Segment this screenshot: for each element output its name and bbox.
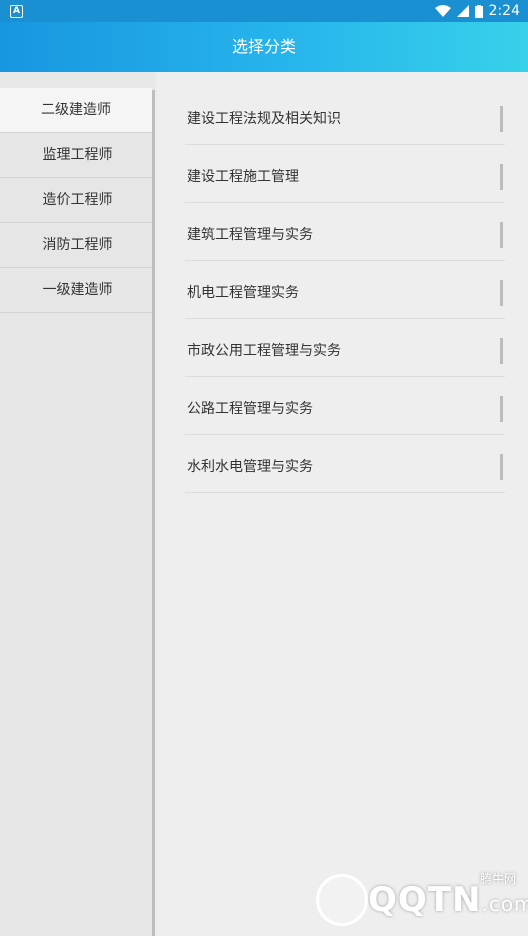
sidebar-item-1[interactable]: 监理工程师 (0, 133, 155, 178)
item-indicator-bar (500, 164, 503, 190)
item-indicator-bar (500, 280, 503, 306)
item-indicator-bar (500, 106, 503, 132)
item-indicator-bar (500, 454, 503, 480)
category-sidebar: 二级建造师 监理工程师 造价工程师 消防工程师 一级建造师 (0, 72, 155, 936)
notification-icon: A (10, 5, 23, 18)
app-header: 选择分类 (0, 22, 528, 72)
subcategory-label: 建筑工程管理与实务 (187, 227, 313, 243)
item-indicator-bar (500, 338, 503, 364)
status-right: 2:24 (434, 0, 520, 22)
subcategory-item[interactable]: 公路工程管理与实务 (185, 378, 505, 435)
subcategory-list: 建设工程法规及相关知识 建设工程施工管理 建筑工程管理与实务 机电工程管理实务市政公用… (185, 88, 505, 493)
subcategory-item[interactable]: 建设工程施工管理 (185, 146, 505, 203)
subcategory-label: 建设工程法规及相关知识 (187, 111, 341, 127)
subcategory-label: 水利水电管理与实务 (187, 459, 313, 475)
item-indicator-bar (500, 396, 503, 422)
subcategory-item[interactable]: 建筑工程管理与实务 (185, 204, 505, 261)
watermark: QQTN.com 腾牛网 (316, 870, 528, 926)
item-indicator-bar (500, 222, 503, 248)
subcategory-label: 建设工程施工管理 (187, 169, 299, 185)
subcategory-item[interactable]: 建设工程法规及相关知识 (185, 88, 505, 145)
subcategory-label: 机电工程管理实务 (187, 285, 299, 301)
sidebar-item-2[interactable]: 造价工程师 (0, 178, 155, 223)
subcategory-item[interactable]: 机电工程管理实务 (185, 262, 505, 319)
wifi-icon (434, 5, 451, 17)
page-title: 选择分类 (231, 37, 296, 56)
subcategory-label: 市政公用工程管理与实务 (187, 343, 341, 359)
subcategory-item[interactable]: 水利水电管理与实务 (185, 436, 505, 493)
watermark-logo-icon (316, 874, 368, 926)
sidebar-item-3[interactable]: 消防工程师 (0, 223, 155, 268)
clock-time: 2:24 (488, 3, 520, 19)
battery-icon (474, 4, 483, 18)
subcategory-label: 公路工程管理与实务 (187, 401, 313, 417)
sidebar-item-0[interactable]: 二级建造师 (0, 88, 152, 133)
subcategory-panel: 建设工程法规及相关知识 建设工程施工管理 建筑工程管理与实务 机电工程管理实务市政公用… (158, 72, 528, 936)
watermark-cn: 腾牛网 (479, 872, 516, 886)
status-bar: A 2:24 (0, 0, 528, 22)
signal-icon (456, 5, 469, 17)
sidebar-item-4[interactable]: 一级建造师 (0, 268, 155, 313)
sidebar-top-spacer (0, 72, 155, 88)
sidebar-divider (152, 90, 155, 936)
subcategory-item[interactable]: 市政公用工程管理与实务 (185, 320, 505, 377)
